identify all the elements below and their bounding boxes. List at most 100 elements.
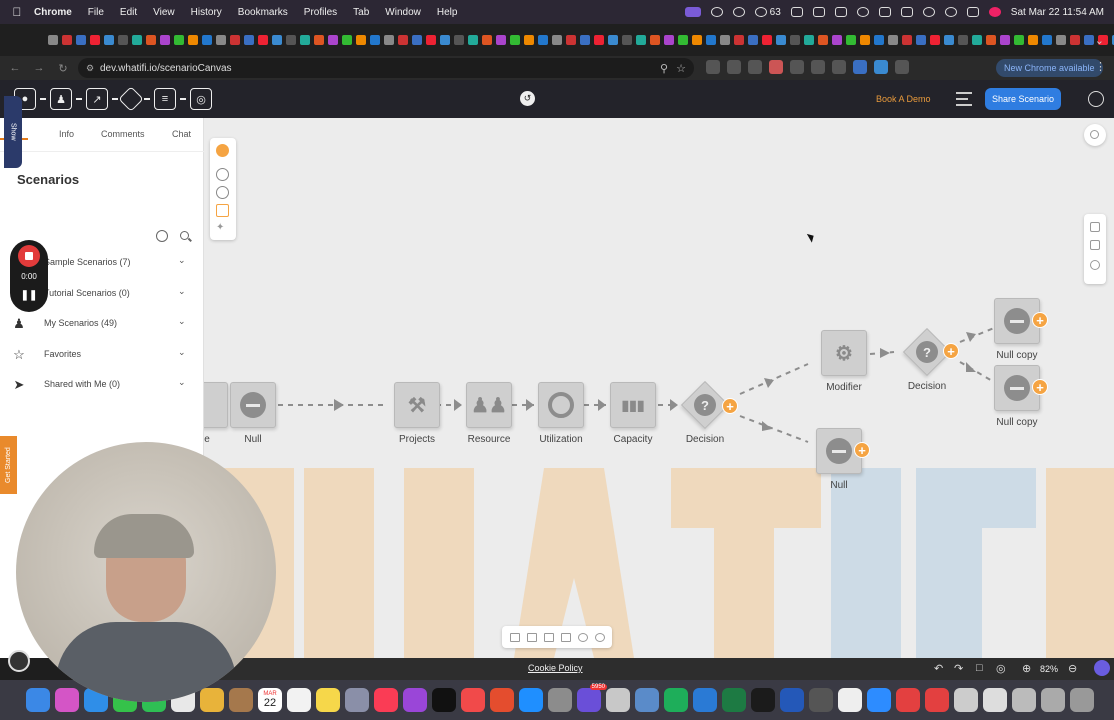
recorder-logo-icon[interactable] xyxy=(8,650,30,672)
tab-favicon[interactable] xyxy=(314,35,324,45)
tab-favicon[interactable] xyxy=(426,35,436,45)
file-icon[interactable] xyxy=(954,688,978,712)
tab-comments[interactable]: Comments xyxy=(101,129,145,139)
textedit-icon[interactable] xyxy=(606,688,630,712)
window-icon[interactable] xyxy=(834,7,847,17)
extension-icon[interactable] xyxy=(832,60,846,74)
tab-favicon[interactable] xyxy=(678,35,688,45)
book-demo-link[interactable]: Book A Demo xyxy=(876,94,931,104)
mail-icon[interactable]: 5950 xyxy=(577,684,607,712)
tab-favicon[interactable] xyxy=(594,35,604,45)
extension-icon[interactable] xyxy=(790,60,804,74)
tab-favicon[interactable] xyxy=(48,35,58,45)
control-center-icon[interactable] xyxy=(966,7,979,17)
tab-favicon[interactable] xyxy=(916,35,926,45)
show-panel-tab[interactable]: Show xyxy=(4,96,22,168)
tab-favicon[interactable] xyxy=(216,35,226,45)
tab-favicon[interactable] xyxy=(300,35,310,45)
tab-favicon[interactable] xyxy=(524,35,534,45)
tab-favicon[interactable] xyxy=(62,35,72,45)
tab-favicon[interactable] xyxy=(90,35,100,45)
chevron-down-icon[interactable]: ⌄ xyxy=(178,286,186,297)
file-icon[interactable] xyxy=(983,688,1007,712)
podcasts-icon[interactable] xyxy=(403,688,427,712)
tab-favicon[interactable] xyxy=(118,35,128,45)
add-event-icon[interactable] xyxy=(216,144,229,157)
tab-favicon[interactable] xyxy=(664,35,674,45)
folder-my-scenarios[interactable]: ♟ My Scenarios (49) ⌄ xyxy=(0,313,204,337)
pdf-icon[interactable] xyxy=(896,688,920,712)
chrome-menu-icon[interactable]: ⋮ xyxy=(1095,60,1106,73)
tab-favicon[interactable] xyxy=(1070,35,1080,45)
vpn-icon[interactable] xyxy=(693,688,717,712)
canvas-search-icon[interactable] xyxy=(1084,124,1106,146)
app-store-icon[interactable] xyxy=(519,688,543,712)
record-stop-button[interactable] xyxy=(18,245,40,267)
calendar-icon[interactable]: MAR 22 xyxy=(258,688,282,712)
freeform-icon[interactable] xyxy=(345,688,369,712)
menu-help[interactable]: Help xyxy=(437,7,458,18)
tab-favicon[interactable] xyxy=(776,35,786,45)
site-info-icon[interactable]: ⚙ xyxy=(86,63,94,74)
tab-favicon[interactable] xyxy=(1028,35,1038,45)
tab-favicon[interactable] xyxy=(328,35,338,45)
task-counter[interactable]: 63 xyxy=(754,7,781,18)
menu-view[interactable]: View xyxy=(153,7,175,18)
filter-icon[interactable] xyxy=(560,632,571,642)
tab-favicon[interactable] xyxy=(510,35,520,45)
reminders-icon[interactable] xyxy=(287,688,311,712)
crop-icon[interactable]: □ xyxy=(976,662,983,674)
clock[interactable]: Sat Mar 22 11:54 AM xyxy=(1011,7,1104,18)
preview-icon[interactable] xyxy=(635,688,659,712)
tab-favicon[interactable] xyxy=(762,35,772,45)
apple-menu-icon[interactable]:  xyxy=(0,5,34,19)
numbers-icon[interactable] xyxy=(664,688,688,712)
tab-favicon[interactable] xyxy=(888,35,898,45)
tab-favicon[interactable] xyxy=(538,35,548,45)
tab-favicon[interactable] xyxy=(1000,35,1010,45)
tab-favicon[interactable] xyxy=(356,35,366,45)
location-icon[interactable] xyxy=(594,632,605,642)
cookie-policy-link[interactable]: Cookie Policy xyxy=(528,663,583,673)
sync-icon[interactable] xyxy=(710,7,723,17)
bookmark-star-icon[interactable]: ☆ xyxy=(676,62,686,75)
printer-icon[interactable] xyxy=(809,688,833,712)
undo-icon[interactable]: ↶ xyxy=(934,662,943,675)
extension-icon[interactable] xyxy=(727,60,741,74)
menu-app-name[interactable]: Chrome xyxy=(34,7,72,18)
record-pause-button[interactable]: ❚❚ xyxy=(10,290,48,301)
tab-favicon[interactable] xyxy=(370,35,380,45)
chevron-down-icon[interactable]: ⌄ xyxy=(178,377,186,388)
cast-icon[interactable] xyxy=(790,7,803,17)
recenter-icon[interactable]: ◎ xyxy=(996,662,1006,675)
tab-favicon[interactable] xyxy=(258,35,268,45)
tab-favicon[interactable] xyxy=(468,35,478,45)
extension-icon[interactable] xyxy=(874,60,888,74)
reload-icon[interactable]: ↻ xyxy=(54,62,72,75)
add-node-button[interactable]: + xyxy=(943,343,959,359)
chevron-down-icon[interactable]: ⌄ xyxy=(178,347,186,358)
table-icon[interactable] xyxy=(526,632,537,642)
tab-favicon[interactable] xyxy=(720,35,730,45)
tab-favicon[interactable] xyxy=(902,35,912,45)
tab-favicon[interactable] xyxy=(706,35,716,45)
display-icon[interactable] xyxy=(812,7,825,17)
tab-search-icon[interactable]: ⌄ xyxy=(1095,34,1104,47)
tab-favicon[interactable] xyxy=(608,35,618,45)
menu-tab[interactable]: Tab xyxy=(353,7,369,18)
menu-list-icon[interactable] xyxy=(956,92,972,106)
news-icon[interactable] xyxy=(461,688,485,712)
tab-favicon[interactable] xyxy=(650,35,660,45)
tab-favicon[interactable] xyxy=(818,35,828,45)
extension-icon[interactable] xyxy=(811,60,825,74)
list-icon[interactable] xyxy=(543,632,554,642)
zoom-icon[interactable] xyxy=(867,688,891,712)
tab-favicon[interactable] xyxy=(398,35,408,45)
word-icon[interactable] xyxy=(780,688,804,712)
slack-icon[interactable] xyxy=(751,688,775,712)
tab-favicon[interactable] xyxy=(244,35,254,45)
extension-icon[interactable] xyxy=(706,60,720,74)
tab-favicon[interactable] xyxy=(874,35,884,45)
extension-icon[interactable] xyxy=(769,60,783,74)
system-settings-icon[interactable] xyxy=(548,688,572,712)
